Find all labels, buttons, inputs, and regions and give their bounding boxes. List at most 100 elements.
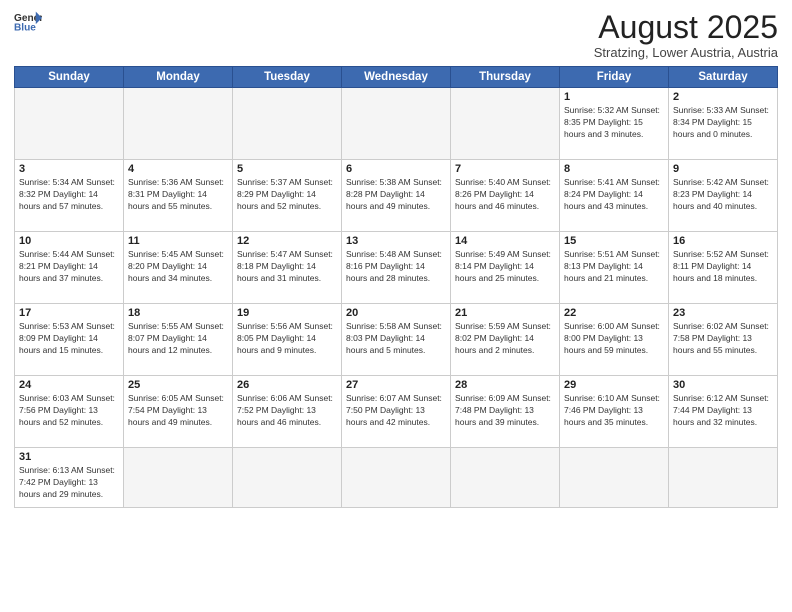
day-info: Sunrise: 5:52 AM Sunset: 8:11 PM Dayligh… <box>673 249 773 285</box>
col-saturday: Saturday <box>669 67 778 88</box>
day-number: 22 <box>564 307 664 319</box>
svg-text:Blue: Blue <box>14 22 36 32</box>
day-info: Sunrise: 6:10 AM Sunset: 7:46 PM Dayligh… <box>564 393 664 429</box>
day-info: Sunrise: 5:40 AM Sunset: 8:26 PM Dayligh… <box>455 177 555 213</box>
table-row: 30Sunrise: 6:12 AM Sunset: 7:44 PM Dayli… <box>669 376 778 448</box>
day-info: Sunrise: 5:51 AM Sunset: 8:13 PM Dayligh… <box>564 249 664 285</box>
header: General Blue August 2025 Stratzing, Lowe… <box>14 10 778 60</box>
day-number: 31 <box>19 451 119 463</box>
day-info: Sunrise: 6:13 AM Sunset: 7:42 PM Dayligh… <box>19 465 119 501</box>
col-friday: Friday <box>560 67 669 88</box>
table-row: 7Sunrise: 5:40 AM Sunset: 8:26 PM Daylig… <box>451 160 560 232</box>
day-number: 21 <box>455 307 555 319</box>
table-row: 27 Sunrise: 6:07 AM Sunset: 7:50 PM Dayli… <box>342 376 451 448</box>
day-number: 27 <box>346 379 446 391</box>
calendar-week-row: 31 Sunrise: 6:13 AM Sunset: 7:42 PM Dayli… <box>15 448 778 508</box>
day-info: Sunrise: 6:09 AM Sunset: 7:48 PM Dayligh… <box>455 393 555 429</box>
day-info: Sunrise: 5:34 AM Sunset: 8:32 PM Dayligh… <box>19 177 119 213</box>
day-info: Sunrise: 5:49 AM Sunset: 8:14 PM Dayligh… <box>455 249 555 285</box>
day-info: Sunrise: 5:55 AM Sunset: 8:07 PM Dayligh… <box>128 321 228 357</box>
calendar-week-row: 1 Sunrise: 5:32 AM Sunset: 8:35 PM Daylig… <box>15 88 778 160</box>
table-row: 3 Sunrise: 5:34 AM Sunset: 8:32 PM Daylig… <box>15 160 124 232</box>
calendar-subtitle: Stratzing, Lower Austria, Austria <box>594 45 778 60</box>
day-info: Sunrise: 5:58 AM Sunset: 8:03 PM Dayligh… <box>346 321 446 357</box>
day-info: Sunrise: 5:44 AM Sunset: 8:21 PM Dayligh… <box>19 249 119 285</box>
calendar-header-row: Sunday Monday Tuesday Wednesday Thursday… <box>15 67 778 88</box>
table-row: 17Sunrise: 5:53 AM Sunset: 8:09 PM Dayli… <box>15 304 124 376</box>
table-row: 21 Sunrise: 5:59 AM Sunset: 8:02 PM Dayli… <box>451 304 560 376</box>
day-number: 29 <box>564 379 664 391</box>
col-tuesday: Tuesday <box>233 67 342 88</box>
day-number: 20 <box>346 307 446 319</box>
table-row <box>233 448 342 508</box>
day-info: Sunrise: 5:53 AM Sunset: 8:09 PM Dayligh… <box>19 321 119 357</box>
day-info: Sunrise: 5:36 AM Sunset: 8:31 PM Dayligh… <box>128 177 228 213</box>
table-row: 22 Sunrise: 6:00 AM Sunset: 8:00 PM Dayli… <box>560 304 669 376</box>
day-info: Sunrise: 6:00 AM Sunset: 8:00 PM Dayligh… <box>564 321 664 357</box>
day-info: Sunrise: 6:07 AM Sunset: 7:50 PM Dayligh… <box>346 393 446 429</box>
table-row <box>15 88 124 160</box>
day-info: Sunrise: 5:56 AM Sunset: 8:05 PM Dayligh… <box>237 321 337 357</box>
day-number: 18 <box>128 307 228 319</box>
day-number: 23 <box>673 307 773 319</box>
calendar-week-row: 24 Sunrise: 6:03 AM Sunset: 7:56 PM Dayli… <box>15 376 778 448</box>
table-row: 18 Sunrise: 5:55 AM Sunset: 8:07 PM Dayli… <box>124 304 233 376</box>
table-row: 8Sunrise: 5:41 AM Sunset: 8:24 PM Daylig… <box>560 160 669 232</box>
calendar-week-row: 10 Sunrise: 5:44 AM Sunset: 8:21 PM Dayli… <box>15 232 778 304</box>
col-thursday: Thursday <box>451 67 560 88</box>
day-number: 9 <box>673 163 773 175</box>
table-row: 25Sunrise: 6:05 AM Sunset: 7:54 PM Dayli… <box>124 376 233 448</box>
table-row: 6Sunrise: 5:38 AM Sunset: 8:28 PM Daylig… <box>342 160 451 232</box>
table-row: 23 Sunrise: 6:02 AM Sunset: 7:58 PM Dayli… <box>669 304 778 376</box>
table-row: 13Sunrise: 5:48 AM Sunset: 8:16 PM Dayli… <box>342 232 451 304</box>
day-number: 4 <box>128 163 228 175</box>
col-sunday: Sunday <box>15 67 124 88</box>
table-row: 4 Sunrise: 5:36 AM Sunset: 8:31 PM Daylig… <box>124 160 233 232</box>
table-row <box>451 88 560 160</box>
day-number: 1 <box>564 91 664 103</box>
day-info: Sunrise: 5:48 AM Sunset: 8:16 PM Dayligh… <box>346 249 446 285</box>
calendar-week-row: 3 Sunrise: 5:34 AM Sunset: 8:32 PM Daylig… <box>15 160 778 232</box>
day-number: 28 <box>455 379 555 391</box>
day-number: 19 <box>237 307 337 319</box>
table-row: 11Sunrise: 5:45 AM Sunset: 8:20 PM Dayli… <box>124 232 233 304</box>
calendar-week-row: 17Sunrise: 5:53 AM Sunset: 8:09 PM Dayli… <box>15 304 778 376</box>
day-number: 24 <box>19 379 119 391</box>
day-number: 15 <box>564 235 664 247</box>
day-number: 26 <box>237 379 337 391</box>
day-number: 14 <box>455 235 555 247</box>
table-row: 10 Sunrise: 5:44 AM Sunset: 8:21 PM Dayli… <box>15 232 124 304</box>
day-info: Sunrise: 5:42 AM Sunset: 8:23 PM Dayligh… <box>673 177 773 213</box>
table-row: 2Sunrise: 5:33 AM Sunset: 8:34 PM Daylig… <box>669 88 778 160</box>
day-info: Sunrise: 5:59 AM Sunset: 8:02 PM Dayligh… <box>455 321 555 357</box>
day-info: Sunrise: 5:32 AM Sunset: 8:35 PM Dayligh… <box>564 105 664 141</box>
day-info: Sunrise: 5:47 AM Sunset: 8:18 PM Dayligh… <box>237 249 337 285</box>
col-wednesday: Wednesday <box>342 67 451 88</box>
table-row: 14 Sunrise: 5:49 AM Sunset: 8:14 PM Dayli… <box>451 232 560 304</box>
table-row: 31 Sunrise: 6:13 AM Sunset: 7:42 PM Dayli… <box>15 448 124 508</box>
day-number: 3 <box>19 163 119 175</box>
generalblue-logo-icon: General Blue <box>14 10 42 32</box>
table-row: 19 Sunrise: 5:56 AM Sunset: 8:05 PM Dayli… <box>233 304 342 376</box>
table-row: 15 Sunrise: 5:51 AM Sunset: 8:13 PM Dayli… <box>560 232 669 304</box>
table-row <box>124 88 233 160</box>
table-row: 24 Sunrise: 6:03 AM Sunset: 7:56 PM Dayli… <box>15 376 124 448</box>
col-monday: Monday <box>124 67 233 88</box>
table-row <box>342 88 451 160</box>
table-row <box>124 448 233 508</box>
day-number: 10 <box>19 235 119 247</box>
table-row: 1 Sunrise: 5:32 AM Sunset: 8:35 PM Daylig… <box>560 88 669 160</box>
table-row <box>342 448 451 508</box>
day-info: Sunrise: 6:03 AM Sunset: 7:56 PM Dayligh… <box>19 393 119 429</box>
day-info: Sunrise: 6:05 AM Sunset: 7:54 PM Dayligh… <box>128 393 228 429</box>
title-block: August 2025 Stratzing, Lower Austria, Au… <box>594 10 778 60</box>
day-info: Sunrise: 5:38 AM Sunset: 8:28 PM Dayligh… <box>346 177 446 213</box>
day-number: 11 <box>128 235 228 247</box>
day-info: Sunrise: 6:02 AM Sunset: 7:58 PM Dayligh… <box>673 321 773 357</box>
logo: General Blue <box>14 10 42 32</box>
table-row: 12Sunrise: 5:47 AM Sunset: 8:18 PM Dayli… <box>233 232 342 304</box>
table-row: 9 Sunrise: 5:42 AM Sunset: 8:23 PM Daylig… <box>669 160 778 232</box>
table-row <box>669 448 778 508</box>
calendar-table: Sunday Monday Tuesday Wednesday Thursday… <box>14 66 778 508</box>
day-number: 16 <box>673 235 773 247</box>
